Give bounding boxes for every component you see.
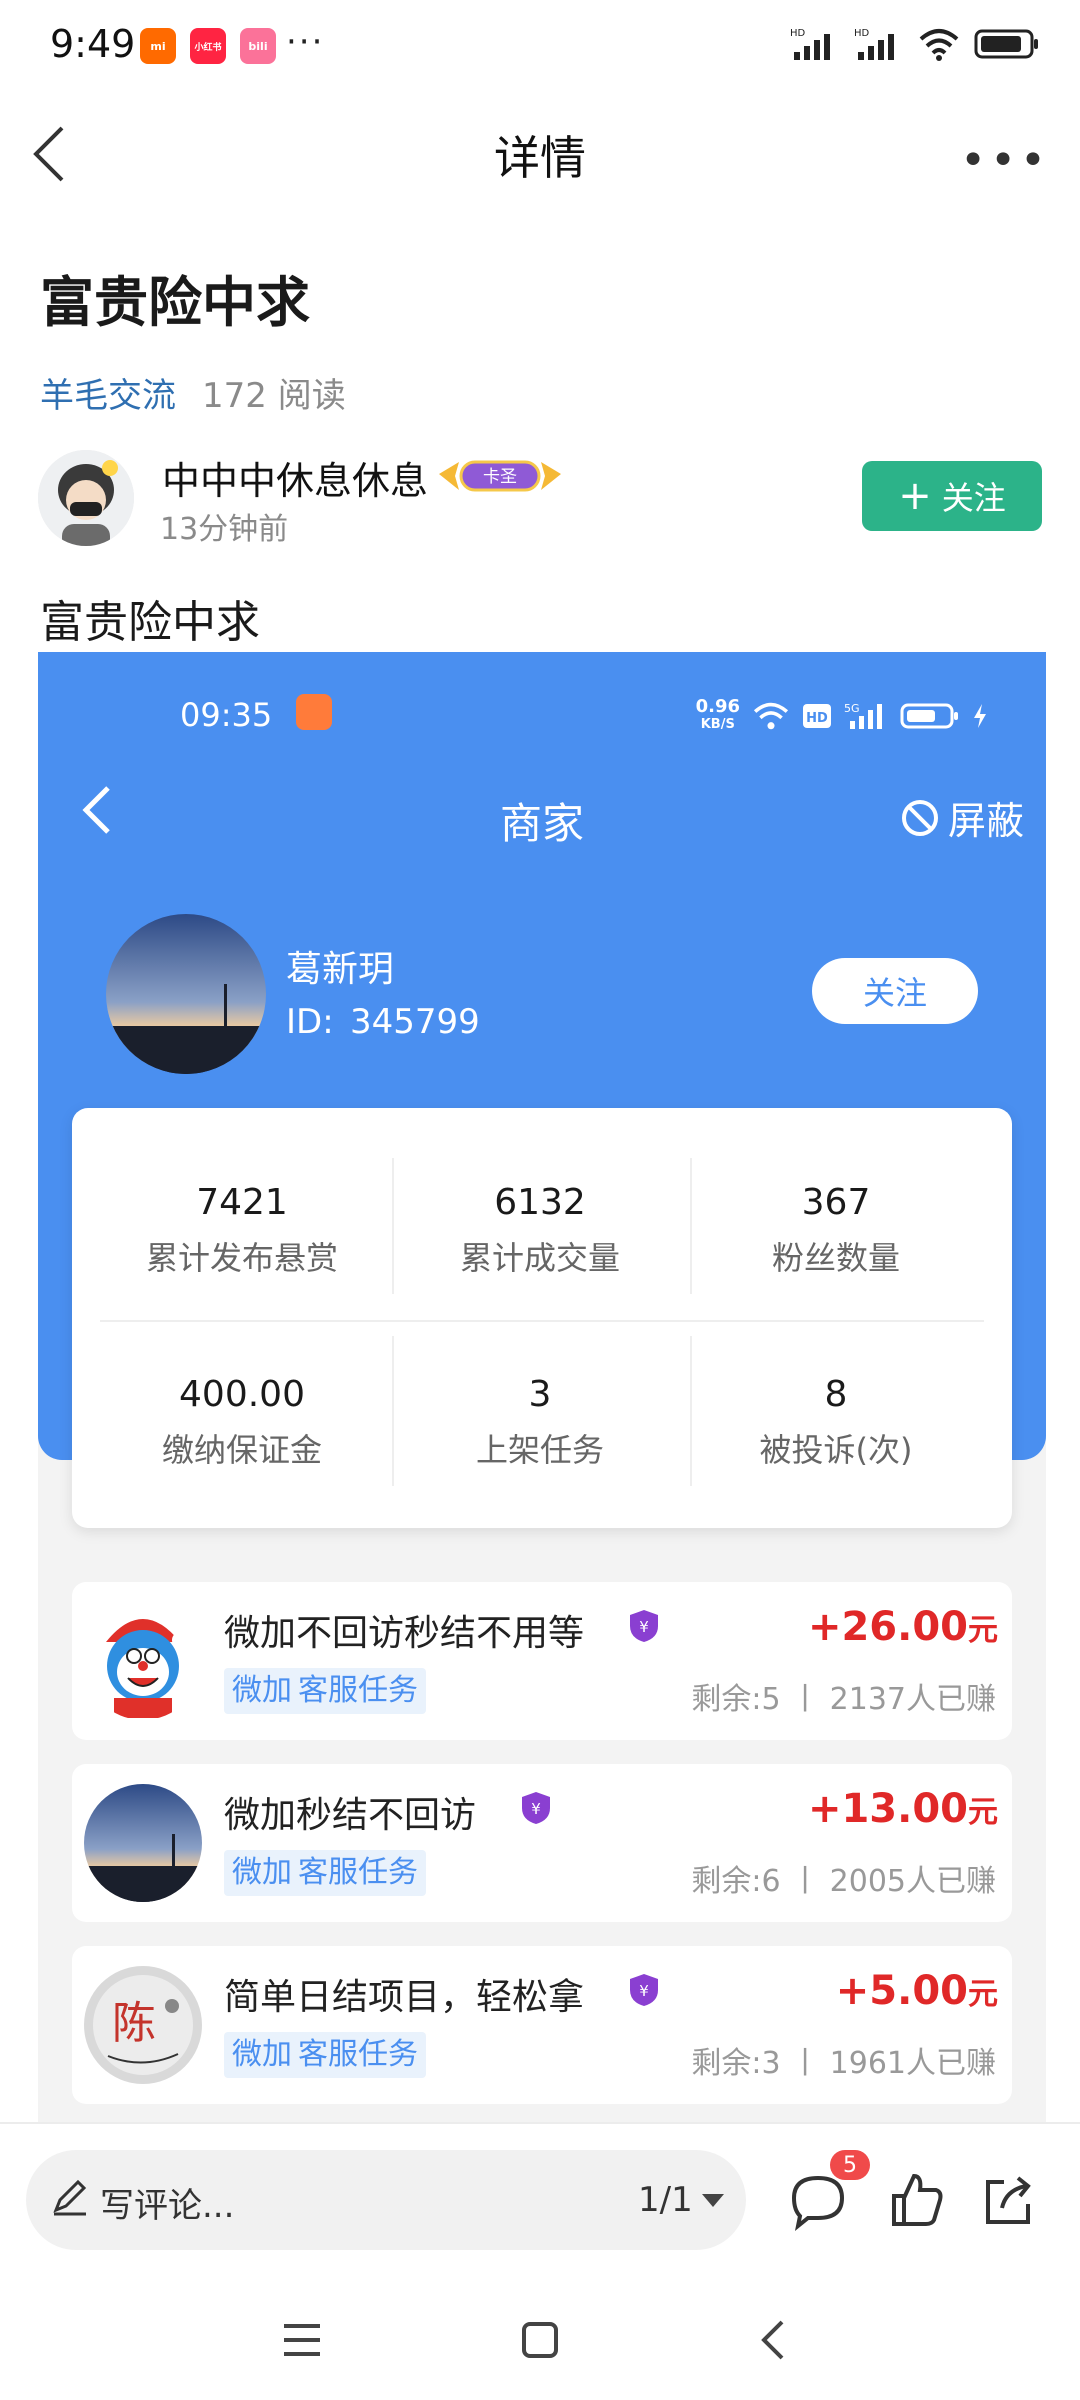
home-icon[interactable] [510, 2310, 570, 2370]
task-thumbnail [84, 1602, 202, 1720]
svg-text:HD: HD [806, 711, 828, 726]
task-card: 微加不回访秒结不用等 ¥ 微加 客服任务 +26.00元 剩余:5 丨 2137… [72, 1582, 1012, 1740]
merchant-id: 345799 [350, 1002, 480, 1042]
signal-icon: HD [854, 28, 894, 60]
svg-text:5G: 5G [844, 702, 860, 715]
plus-icon: + [898, 473, 932, 519]
task-stats: 剩余:6 丨 2005人已赚 [691, 1864, 996, 1899]
task-thumbnail: 陈 [84, 1966, 202, 2084]
xiaohongshu-icon: 小红书 [190, 28, 226, 64]
status-indicators: HD HD [790, 26, 1040, 62]
merchant-avatar [106, 914, 266, 1074]
block-icon [901, 799, 938, 836]
stat-total-published: 7421 累计发布悬赏 [145, 1182, 338, 1277]
comment-count-badge: 5 [830, 2150, 870, 2180]
task-tag: 客服任务 [290, 2032, 426, 2078]
embedded-status-indicators: 0.96 KB/S HD 5G [696, 698, 988, 734]
stat-deposit: 400.00 缴纳保证金 [161, 1374, 322, 1469]
stat-complaints: 8 被投诉(次) [759, 1374, 913, 1469]
task-tag: 客服任务 [290, 1668, 426, 1714]
stat-followers: 367 粉丝数量 [771, 1182, 900, 1277]
author-name[interactable]: 中中中休息休息 [162, 450, 428, 505]
charging-icon [974, 704, 986, 728]
task-card: 微加秒结不回访 ¥ 微加 客服任务 +13.00元 剩余:6 丨 2005人已赚 [72, 1764, 1012, 1922]
post-body-text: 富贵险中求 [40, 597, 260, 648]
status-time: 9:49 [50, 22, 136, 66]
status-more-icon: ··· [286, 22, 325, 62]
chevron-down-icon[interactable] [700, 2190, 726, 2210]
menu-icon[interactable] [272, 2310, 332, 2370]
block-button: 屏蔽 [900, 790, 1024, 845]
nav-back-icon[interactable] [746, 2310, 806, 2370]
svg-text:¥: ¥ [531, 1800, 541, 1818]
notification-app-icon [296, 694, 332, 730]
stat-listed-tasks: 3 上架任务 [475, 1374, 604, 1469]
page-indicator[interactable]: 1/1 [638, 2180, 693, 2220]
svg-text:¥: ¥ [639, 1618, 649, 1636]
wifi-icon [919, 29, 959, 61]
bilibili-icon: bili [240, 28, 276, 64]
task-reward: +5.00元 [835, 1968, 998, 2014]
post-title: 富贵险中求 [40, 271, 310, 334]
comment-placeholder[interactable]: 写评论... [100, 2178, 234, 2227]
merchant-id-label: ID: [286, 1002, 334, 1042]
pencil-icon [53, 2179, 87, 2216]
task-title: 微加不回访秒结不用等 [224, 1613, 585, 1654]
more-options-icon[interactable]: ••• [960, 135, 1050, 186]
task-tag: 客服任务 [290, 1850, 426, 1896]
merchant-stats-card: 7421 累计发布悬赏 6132 累计成交量 367 粉丝数量 400.00 缴纳保证金… [72, 1108, 1012, 1528]
network-speed: 0.96 [695, 696, 740, 717]
signal-icon: HD [790, 28, 830, 60]
post-category-link[interactable]: 羊毛交流 [40, 368, 176, 417]
task-reward: +26.00元 [807, 1604, 998, 1650]
svg-text:卡圣: 卡圣 [483, 467, 517, 487]
bottom-divider [0, 2122, 1080, 2124]
svg-text:HD: HD [854, 28, 870, 39]
task-card: 陈 简单日结项目，轻松拿 ¥ 微加 客服任务 +5.00元 剩余:3 丨 196… [72, 1946, 1012, 2104]
verified-shield-icon: ¥ [630, 1610, 658, 1642]
post-image[interactable]: 09:35 0.96 KB/S HD 5G 商家 屏蔽 葛新玥 ID: 3457… [38, 652, 1046, 2122]
merchant-follow-button: 关注 [812, 958, 978, 1024]
task-title: 微加秒结不回访 [224, 1795, 477, 1836]
svg-text:陈: 陈 [112, 1998, 156, 2049]
battery-icon [900, 703, 958, 729]
hd-icon: HD [803, 704, 831, 728]
like-icon[interactable] [884, 2168, 948, 2232]
xiaomi-icon: mi [140, 28, 176, 64]
stat-total-deals: 6132 累计成交量 [459, 1182, 620, 1277]
author-avatar[interactable] [38, 450, 134, 546]
merchant-page-title: 商家 [499, 799, 584, 848]
page-title: 详情 [494, 131, 586, 185]
share-icon[interactable] [976, 2168, 1040, 2232]
battery-icon [974, 29, 1038, 59]
svg-text:¥: ¥ [639, 1982, 649, 2000]
task-title: 简单日结项目，轻松拿 [224, 1977, 585, 2018]
follow-button-label: 关注 [941, 479, 1006, 517]
task-thumbnail [84, 1784, 202, 1902]
5g-signal-icon: 5G [844, 702, 882, 729]
follow-button[interactable]: + 关注 [862, 461, 1042, 531]
post-time: 13分钟前 [160, 512, 289, 547]
embedded-status-time: 09:35 [180, 696, 273, 734]
author-level-badge: 卡圣 [435, 454, 565, 496]
task-reward: +13.00元 [807, 1786, 998, 1832]
post-read-count: 172 阅读 [202, 376, 346, 416]
task-tag: 微加 [224, 1850, 300, 1896]
verified-shield-icon: ¥ [630, 1974, 658, 2006]
task-tag: 微加 [224, 2032, 300, 2078]
task-stats: 剩余:5 丨 2137人已赚 [691, 1682, 996, 1717]
block-label: 屏蔽 [947, 799, 1024, 843]
task-tag: 微加 [224, 1668, 300, 1714]
merchant-name: 葛新玥 [286, 949, 395, 990]
network-speed-unit: KB/S [700, 717, 735, 732]
task-stats: 剩余:3 丨 1961人已赚 [691, 2046, 996, 2081]
svg-text:HD: HD [790, 28, 806, 39]
verified-shield-icon: ¥ [522, 1792, 550, 1824]
wifi-icon [753, 702, 789, 730]
